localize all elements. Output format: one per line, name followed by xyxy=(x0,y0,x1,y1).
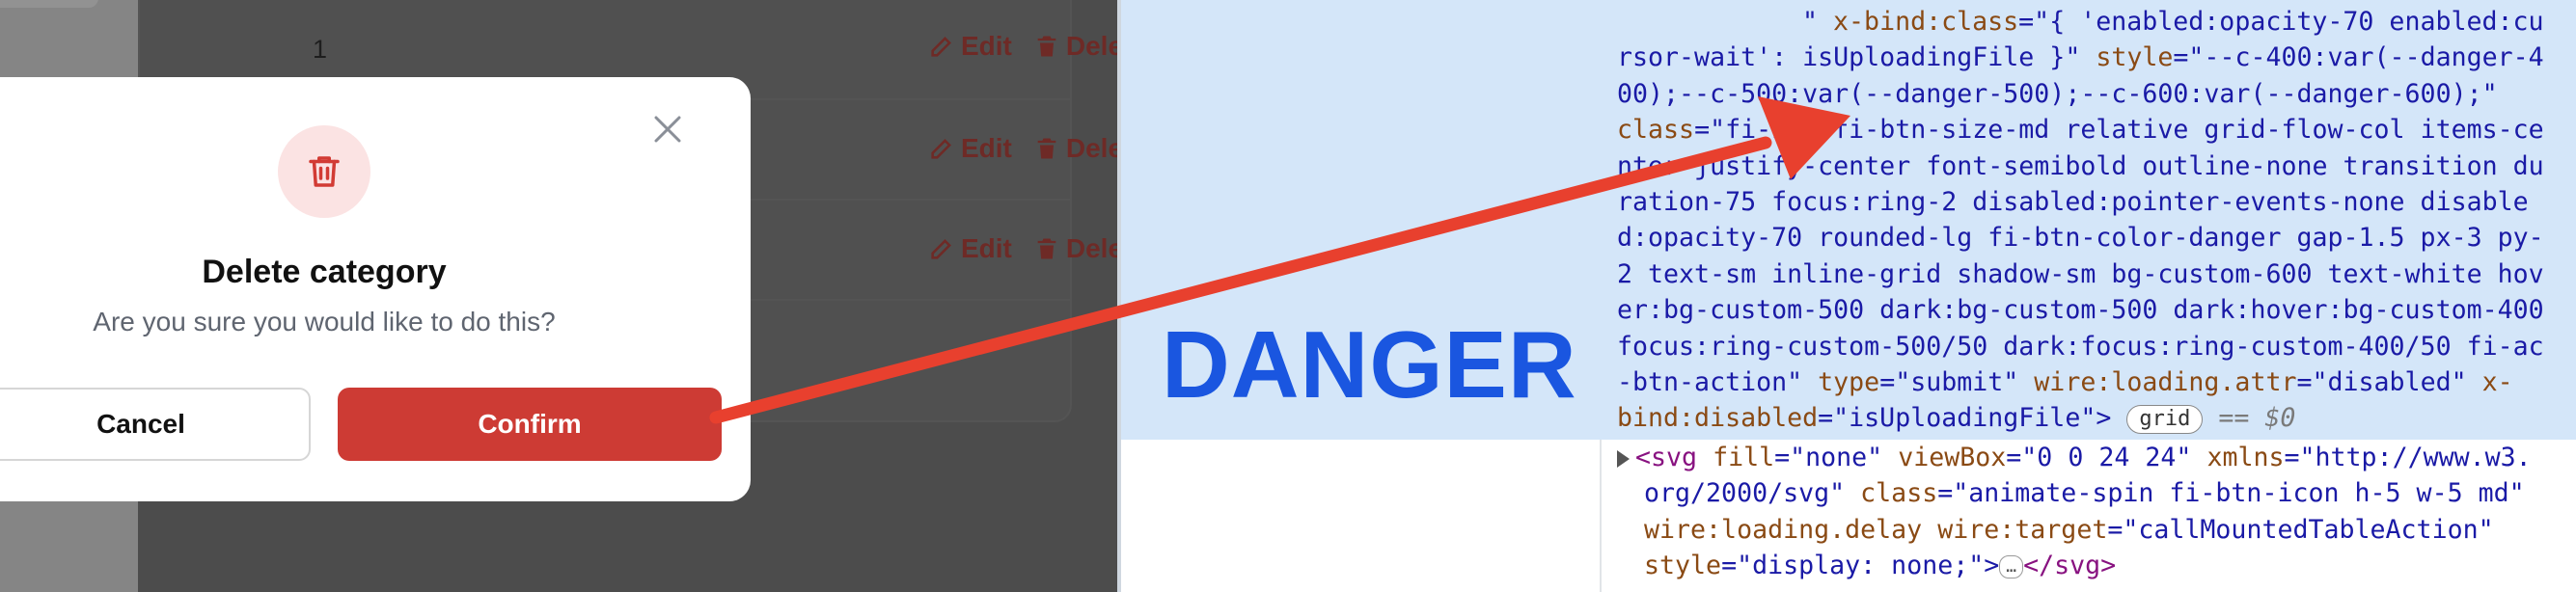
danger-label: DANGER xyxy=(1162,311,1577,417)
row-actions: Edit Delete xyxy=(928,133,1117,164)
code-line: rsor-wait': isUploadingFile }" style="--… xyxy=(1617,42,2544,73)
code-line: d:opacity-70 rounded-lg fi-btn-color-dan… xyxy=(1617,223,2544,254)
cancel-button[interactable]: Cancel xyxy=(0,388,311,461)
trash-icon xyxy=(1037,36,1056,57)
edit-icon xyxy=(931,37,951,57)
expand-triangle-icon[interactable] xyxy=(1617,449,1630,468)
code-line: er:bg-custom-500 dark:bg-custom-500 dark… xyxy=(1617,295,2544,326)
code-line: wire:loading.delay wire:target="callMoun… xyxy=(1644,514,2494,545)
row-actions: Edit Delete xyxy=(928,31,1117,62)
tree-guide-line xyxy=(1600,440,1602,592)
code-line: -btn-action" type="submit" wire:loading.… xyxy=(1617,367,2513,398)
console-ref: == $0 xyxy=(2218,403,2296,434)
code-line: " x-bind:class="{ 'enabled:opacity-70 en… xyxy=(1802,7,2544,37)
edit-icon xyxy=(931,139,951,159)
panel-divider xyxy=(1117,0,1121,592)
row-actions: Edit Delete xyxy=(928,233,1117,264)
selected-element-code[interactable]: " x-bind:class="{ 'enabled:opacity-70 en… xyxy=(1617,4,2572,437)
trash-icon xyxy=(1037,138,1056,159)
code-line: nter justify-center font-semibold outlin… xyxy=(1617,150,2544,181)
code-line: 2 text-sm inline-grid shadow-sm bg-custo… xyxy=(1617,258,2544,289)
ellipsis-badge[interactable]: … xyxy=(1999,554,2024,579)
delete-category-modal: Delete category Are you sure you would l… xyxy=(0,77,751,501)
code-line: class="fi-btn fi-btn-size-md relative gr… xyxy=(1617,115,2544,146)
code-line: <svg fill="none" viewBox="0 0 24 24" xml… xyxy=(1617,440,2572,475)
confirm-button[interactable]: Confirm xyxy=(338,388,722,461)
grid-badge[interactable]: grid xyxy=(2126,404,2204,434)
code-line: bind:disabled="isUploadingFile"> grid ==… xyxy=(1617,403,2296,434)
code-line: org/2000/svg" class="animate-spin fi-btn… xyxy=(1644,478,2525,509)
code-line: style="display: none;">… </svg> xyxy=(1644,551,2117,581)
code-line: ration-75 focus:ring-2 disabled:pointer-… xyxy=(1617,187,2529,218)
delete-button[interactable]: Delete xyxy=(1033,31,1117,62)
edit-label: Edit xyxy=(961,233,1012,263)
close-icon[interactable] xyxy=(648,110,687,148)
modal-title: Delete category xyxy=(202,254,447,290)
delete-label: Delete xyxy=(1065,31,1117,61)
delete-label: Delete xyxy=(1065,233,1117,263)
svg-node-code[interactable]: <svg fill="none" viewBox="0 0 24 24" xml… xyxy=(1617,440,2572,584)
code-line: focus:ring-custom-500/50 dark:focus:ring… xyxy=(1617,331,2544,362)
delete-button[interactable]: Delete xyxy=(1033,233,1117,264)
edit-button[interactable]: Edit xyxy=(928,133,1012,164)
delete-label: Delete xyxy=(1065,133,1117,163)
modal-description: Are you sure you would like to do this? xyxy=(93,307,556,336)
sidebar-tab xyxy=(0,0,98,8)
edit-button[interactable]: Edit xyxy=(928,31,1012,62)
trash-icon xyxy=(309,156,340,187)
code-line: 00);--c-500:var(--danger-500);--c-600:va… xyxy=(1617,78,2498,109)
trash-icon-badge xyxy=(278,125,370,218)
delete-button[interactable]: Delete xyxy=(1033,133,1117,164)
row-number: 1 xyxy=(313,35,328,64)
edit-button[interactable]: Edit xyxy=(928,233,1012,264)
edit-icon xyxy=(931,239,951,259)
trash-icon xyxy=(1037,238,1056,259)
app-panel: 1 Edit Delete Edit Delete xyxy=(0,0,1117,592)
edit-label: Edit xyxy=(961,133,1012,163)
devtools-panel: DANGER " x-bind:class="{ 'enabled:opacit… xyxy=(1117,0,2576,592)
edit-label: Edit xyxy=(961,31,1012,61)
